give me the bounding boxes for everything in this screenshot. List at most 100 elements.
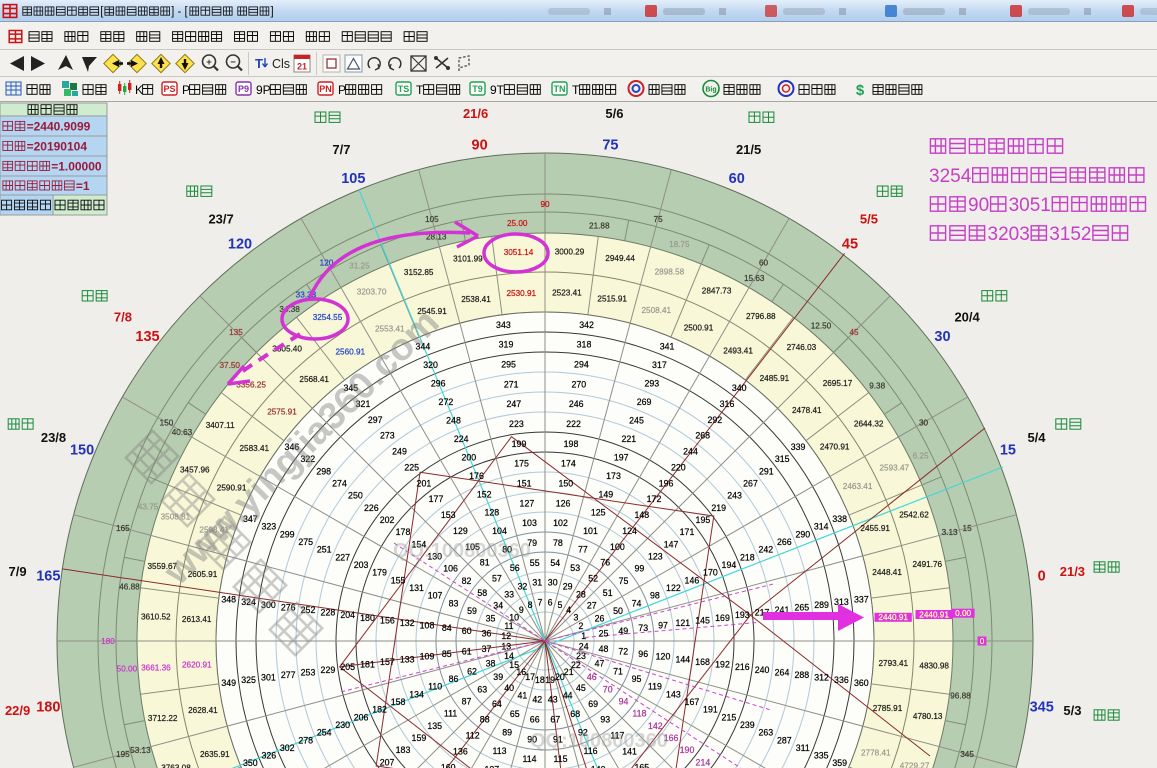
svg-text:216: 216 xyxy=(735,662,750,672)
svg-text:123: 123 xyxy=(648,552,663,562)
svg-text:89: 89 xyxy=(502,728,512,738)
svg-text:278: 278 xyxy=(298,735,313,745)
svg-text:21/3: 21/3 xyxy=(1060,564,1085,579)
svg-text:66: 66 xyxy=(530,715,540,725)
svg-text:111: 111 xyxy=(444,709,457,719)
svg-text:144: 144 xyxy=(675,654,690,664)
svg-text:167: 167 xyxy=(685,697,700,707)
svg-text:219: 219 xyxy=(711,503,726,513)
svg-text:3051.14: 3051.14 xyxy=(504,248,534,257)
svg-text:Big: Big xyxy=(705,87,716,94)
svg-text:118: 118 xyxy=(632,709,646,719)
svg-text:190: 190 xyxy=(680,745,695,755)
svg-text:182: 182 xyxy=(372,705,387,715)
svg-text:270: 270 xyxy=(571,379,586,389)
svg-text:271: 271 xyxy=(504,379,519,389)
svg-text:39: 39 xyxy=(493,672,503,682)
svg-text:314: 314 xyxy=(814,522,829,532)
svg-text:244: 244 xyxy=(683,447,698,457)
svg-text:341: 341 xyxy=(660,342,675,352)
svg-text:23/7: 23/7 xyxy=(208,211,233,226)
svg-text:340: 340 xyxy=(732,383,747,393)
svg-text:55: 55 xyxy=(530,558,540,568)
svg-text:3407.11: 3407.11 xyxy=(206,421,235,430)
svg-text:298: 298 xyxy=(316,466,331,476)
svg-text:136: 136 xyxy=(453,746,468,756)
svg-text:287: 287 xyxy=(777,735,792,745)
svg-text:2491.76: 2491.76 xyxy=(912,560,942,569)
svg-text:56: 56 xyxy=(510,563,520,573)
svg-text:140: 140 xyxy=(591,765,606,768)
svg-text:2: 2 xyxy=(579,621,584,631)
svg-text:62: 62 xyxy=(467,666,477,676)
svg-text:17: 17 xyxy=(525,672,535,682)
svg-text:195: 195 xyxy=(696,515,711,525)
svg-text:349: 349 xyxy=(221,678,236,688)
svg-text:360: 360 xyxy=(854,678,869,688)
svg-text:6: 6 xyxy=(548,598,553,608)
svg-text:225: 225 xyxy=(404,462,419,472)
svg-text:P: P xyxy=(338,83,346,97)
svg-text:277: 277 xyxy=(281,670,296,680)
svg-text:22: 22 xyxy=(571,660,581,670)
svg-text:246: 246 xyxy=(569,399,584,409)
svg-text:221: 221 xyxy=(621,434,636,444)
svg-text:143: 143 xyxy=(666,689,681,699)
svg-text:325: 325 xyxy=(241,675,256,685)
svg-text:2847.73: 2847.73 xyxy=(702,287,732,296)
svg-text:2613.41: 2613.41 xyxy=(182,615,212,624)
svg-text:323: 323 xyxy=(261,522,276,532)
svg-text:30: 30 xyxy=(548,578,558,588)
svg-text:2485.91: 2485.91 xyxy=(760,374,790,383)
svg-text:227: 227 xyxy=(335,552,350,562)
svg-text:348: 348 xyxy=(221,595,236,605)
svg-text:169: 169 xyxy=(715,613,730,623)
svg-text:102: 102 xyxy=(553,518,568,528)
svg-text:68: 68 xyxy=(570,709,580,719)
svg-text:2620.91: 2620.91 xyxy=(182,661,212,670)
svg-text:115: 115 xyxy=(553,754,567,764)
svg-text:313: 313 xyxy=(834,597,849,607)
svg-text:320: 320 xyxy=(423,360,438,370)
svg-text:150: 150 xyxy=(558,479,573,489)
svg-text:90: 90 xyxy=(540,200,550,209)
svg-text:T: T xyxy=(255,56,263,71)
svg-text:289: 289 xyxy=(814,600,829,610)
svg-text:58: 58 xyxy=(477,588,487,598)
svg-text:335: 335 xyxy=(814,751,829,761)
svg-text:23/8: 23/8 xyxy=(41,430,66,445)
svg-text:25.00: 25.00 xyxy=(507,219,528,228)
svg-text:251: 251 xyxy=(317,545,332,555)
svg-text:2695.17: 2695.17 xyxy=(823,379,853,388)
svg-text:=1.00000: =1.00000 xyxy=(51,159,102,173)
svg-text:176: 176 xyxy=(469,471,484,481)
svg-text:137: 137 xyxy=(484,765,499,768)
svg-text:6.25: 6.25 xyxy=(913,451,929,460)
svg-text:199: 199 xyxy=(512,439,527,449)
svg-text:121: 121 xyxy=(675,618,690,628)
svg-text:2463.41: 2463.41 xyxy=(843,482,873,491)
svg-text:165: 165 xyxy=(116,524,130,533)
svg-text:4830.98: 4830.98 xyxy=(919,661,949,670)
svg-text:120: 120 xyxy=(228,237,252,253)
svg-text:99: 99 xyxy=(635,564,645,574)
svg-text:268: 268 xyxy=(695,431,710,441)
svg-text:343: 343 xyxy=(496,320,511,330)
svg-text:63: 63 xyxy=(477,684,487,694)
svg-text:76: 76 xyxy=(600,558,610,568)
svg-text:2508.41: 2508.41 xyxy=(641,306,671,315)
svg-text:96: 96 xyxy=(638,649,648,659)
svg-text:45: 45 xyxy=(576,683,586,693)
svg-text:96.88: 96.88 xyxy=(950,691,971,700)
svg-text:264: 264 xyxy=(775,667,790,677)
svg-text:206: 206 xyxy=(354,712,369,722)
svg-text:288: 288 xyxy=(794,670,809,680)
svg-text:2440.91: 2440.91 xyxy=(878,613,908,622)
svg-text:30: 30 xyxy=(919,419,929,428)
svg-text:4780.13: 4780.13 xyxy=(913,712,943,721)
svg-text:155: 155 xyxy=(391,575,406,585)
svg-text:3000.29: 3000.29 xyxy=(555,248,585,257)
svg-text:2542.62: 2542.62 xyxy=(899,511,929,520)
svg-text:3152: 3152 xyxy=(1049,224,1091,245)
svg-text:263: 263 xyxy=(758,728,773,738)
